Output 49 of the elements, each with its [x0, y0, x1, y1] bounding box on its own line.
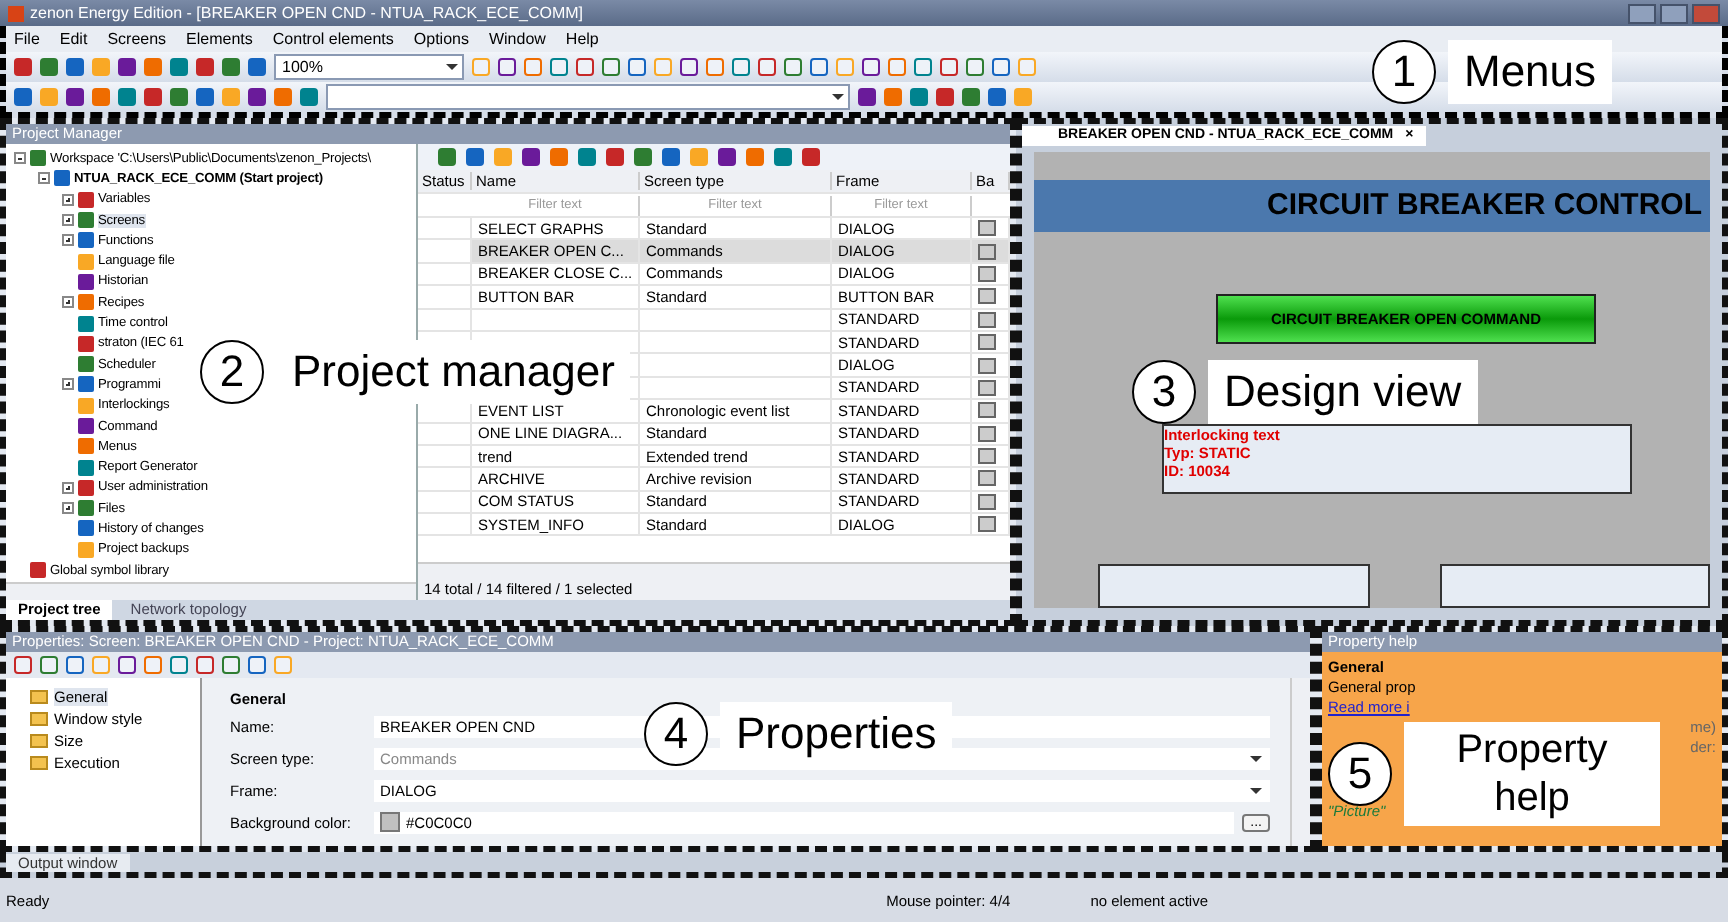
caret-icon — [1250, 787, 1262, 793]
square-icon — [978, 357, 996, 374]
maximize-icon[interactable] — [1660, 3, 1688, 23]
header-banner: CIRCUIT BREAKER CONTROL — [1034, 180, 1710, 232]
square-icon — [978, 425, 996, 442]
caret-icon — [446, 64, 458, 70]
menu-item[interactable]: Edit — [59, 30, 88, 48]
minimize-icon[interactable] — [1628, 3, 1656, 23]
callout-label: Property help — [1404, 722, 1660, 826]
square-icon — [978, 265, 996, 282]
square-icon — [978, 448, 996, 465]
window-title: zenon Energy Edition - [BREAKER OPEN CND - NTUA_RACK_ECE_COMM] — [30, 4, 584, 22]
menu-item[interactable]: File — [14, 30, 40, 48]
project-icon — [54, 170, 70, 187]
menu-item[interactable]: Help — [565, 30, 599, 48]
close-icon[interactable] — [1692, 3, 1720, 23]
expand-icon[interactable] — [62, 214, 74, 227]
expand-icon[interactable] — [62, 296, 74, 309]
app-icon — [8, 5, 24, 21]
menu-item[interactable]: Options — [413, 30, 469, 48]
square-icon — [978, 516, 996, 533]
zoom-dropdown[interactable]: 100% — [274, 54, 464, 80]
callout-label: Design view — [1208, 360, 1478, 424]
square-icon — [978, 379, 996, 396]
menu-item[interactable]: Screens — [107, 30, 167, 48]
square-icon — [978, 243, 996, 260]
horizontal-scrollbar[interactable] — [418, 562, 1010, 580]
callout-label: Menus — [1448, 40, 1613, 104]
workspace-icon — [30, 150, 46, 167]
square-icon — [978, 402, 996, 419]
square-icon — [978, 493, 996, 510]
menu-item[interactable]: Control elements — [272, 30, 394, 48]
menu-item[interactable]: Elements — [186, 30, 253, 48]
expand-icon[interactable] — [62, 234, 74, 247]
library-icon — [30, 562, 46, 579]
caret-icon — [832, 94, 844, 100]
expand-icon[interactable] — [62, 502, 74, 515]
square-icon — [978, 470, 996, 487]
menu-item[interactable]: Window — [488, 30, 546, 48]
square-icon — [978, 220, 996, 237]
expand-icon[interactable] — [62, 193, 74, 206]
vertical-scrollbar[interactable] — [1290, 678, 1310, 846]
square-icon — [978, 311, 996, 328]
expand-icon[interactable] — [62, 481, 74, 494]
expand-icon[interactable] — [62, 378, 74, 391]
square-icon — [978, 288, 996, 305]
horizontal-scrollbar[interactable] — [6, 582, 416, 600]
square-icon — [978, 334, 996, 351]
caret-icon — [1250, 755, 1262, 761]
